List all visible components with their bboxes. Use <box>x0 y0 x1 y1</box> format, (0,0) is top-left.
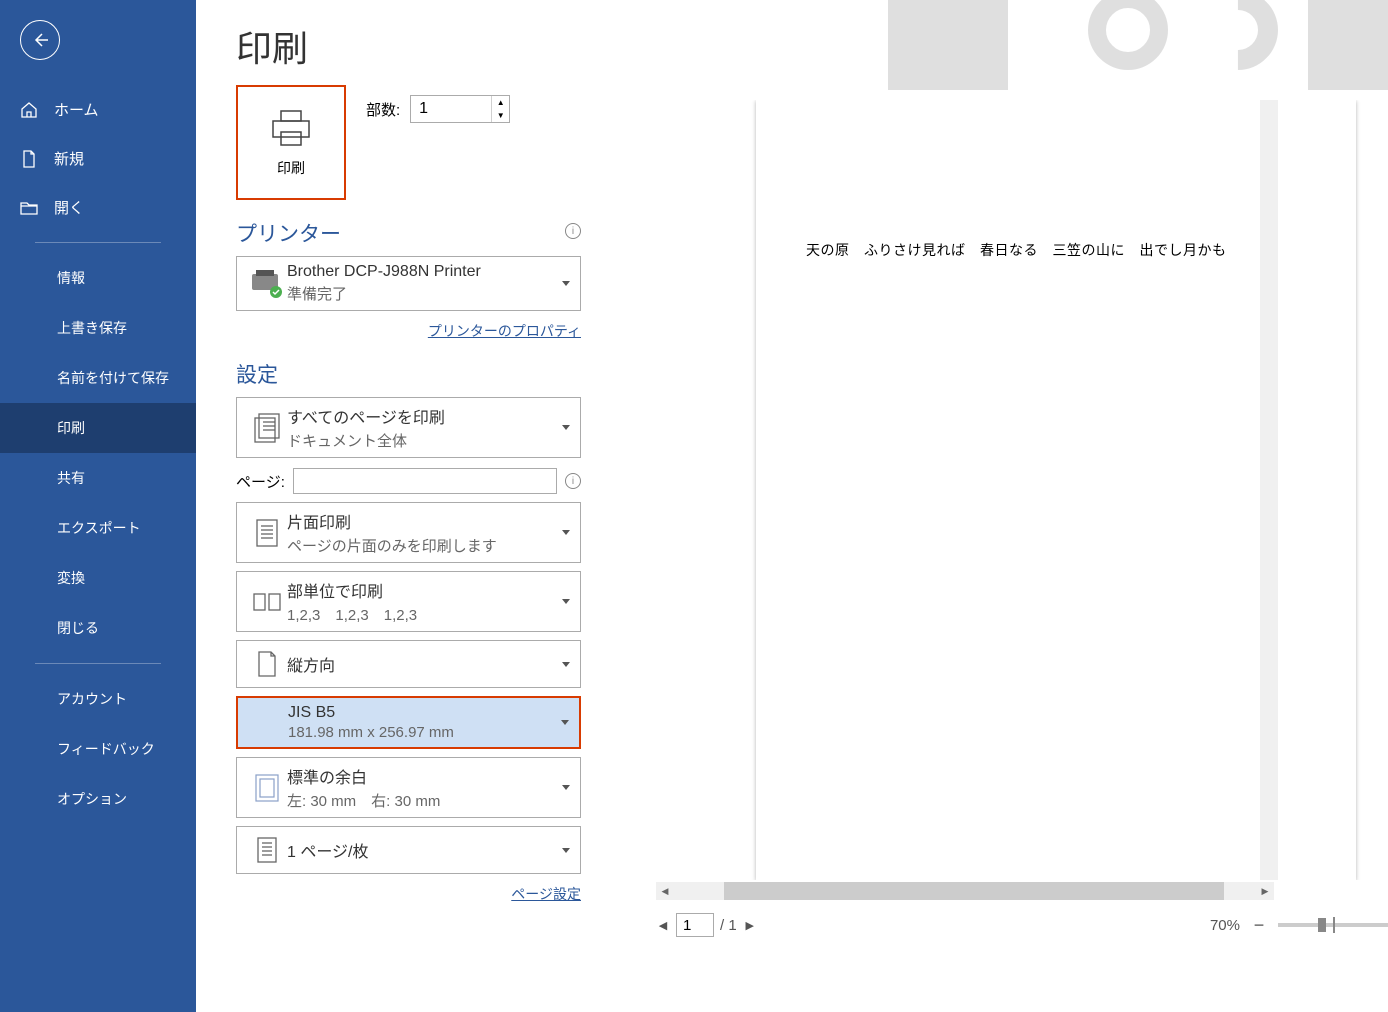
margins-sub: 左: 30 mm 右: 30 mm <box>287 790 570 811</box>
nav-open-label: 開く <box>54 197 84 218</box>
collate-sub: 1,2,3 1,2,3 1,2,3 <box>287 604 570 625</box>
copies-down-button[interactable]: ▼ <box>492 109 509 122</box>
nav-save[interactable]: 上書き保存 <box>0 303 196 353</box>
sides-title: 片面印刷 <box>287 509 570 533</box>
preview-content: 天の原 ふりさけ見れば 春日なる 三笠の山に 出でし月かも <box>806 240 1306 260</box>
pages-info-icon[interactable]: i <box>565 473 581 489</box>
orientation-selector[interactable]: 縦方向 <box>236 640 581 688</box>
paper-size-title: JIS B5 <box>288 704 569 722</box>
nav-export[interactable]: エクスポート <box>0 503 196 553</box>
chevron-down-icon <box>561 720 569 725</box>
print-range-selector[interactable]: すべてのページを印刷 ドキュメント全体 <box>236 397 581 458</box>
printer-properties-link[interactable]: プリンターのプロパティ <box>428 323 581 339</box>
document-icon <box>20 150 42 168</box>
one-side-icon <box>247 517 287 549</box>
per-sheet-icon <box>247 836 287 864</box>
printer-selector[interactable]: Brother DCP-J988N Printer 準備完了 <box>236 256 581 311</box>
chevron-down-icon <box>562 425 570 430</box>
scroll-left-button[interactable]: ◀ <box>656 886 674 897</box>
current-page-input[interactable] <box>676 913 714 937</box>
nav-info[interactable]: 情報 <box>0 253 196 303</box>
nav-share[interactable]: 共有 <box>0 453 196 503</box>
decorative-background <box>708 0 1388 90</box>
preview-horizontal-scrollbar[interactable]: ◀ ▶ <box>656 882 1274 900</box>
pages-per-sheet-selector[interactable]: 1 ページ/枚 <box>236 826 581 874</box>
chevron-down-icon <box>562 785 570 790</box>
prev-page-button[interactable]: ◀ <box>656 918 670 932</box>
chevron-down-icon <box>562 662 570 667</box>
sides-sub: ページの片面のみを印刷します <box>287 535 570 556</box>
back-button[interactable] <box>20 20 60 60</box>
print-range-title: すべてのページを印刷 <box>287 404 570 428</box>
nav-options[interactable]: オプション <box>0 774 196 824</box>
nav-new[interactable]: 新規 <box>0 134 196 183</box>
nav-feedback[interactable]: フィードバック <box>0 724 196 774</box>
print-button[interactable]: 印刷 <box>236 85 346 200</box>
nav-open[interactable]: 開く <box>0 183 196 232</box>
nav-new-label: 新規 <box>54 148 84 169</box>
pages-input[interactable] <box>293 468 557 494</box>
chevron-down-icon <box>562 599 570 604</box>
printer-section-header: プリンター i <box>236 218 581 248</box>
collate-icon <box>247 590 287 614</box>
nav-transform[interactable]: 変換 <box>0 553 196 603</box>
portrait-icon <box>247 650 287 678</box>
page-setup-link[interactable]: ページ設定 <box>511 886 581 902</box>
nav-home-label: ホーム <box>54 99 99 120</box>
printer-name: Brother DCP-J988N Printer <box>287 263 570 281</box>
printer-status-icon <box>247 270 287 298</box>
margins-icon <box>247 773 287 803</box>
nav-print[interactable]: 印刷 <box>0 403 196 453</box>
print-preview: 天の原 ふりさけ見れば 春日なる 三笠の山に 出でし月かも <box>656 100 1388 880</box>
copies-up-button[interactable]: ▲ <box>492 96 509 109</box>
paper-size-sub: 181.98 mm x 256.97 mm <box>288 724 569 741</box>
print-range-sub: ドキュメント全体 <box>287 430 570 451</box>
zoom-slider[interactable] <box>1278 923 1388 927</box>
pages-all-icon <box>247 412 287 444</box>
nav-account[interactable]: アカウント <box>0 674 196 724</box>
zoom-slider-thumb[interactable] <box>1318 918 1326 932</box>
printer-status: 準備完了 <box>287 283 570 304</box>
margins-selector[interactable]: 標準の余白 左: 30 mm 右: 30 mm <box>236 757 581 818</box>
chevron-down-icon <box>562 848 570 853</box>
pages-label: ページ: <box>236 471 285 492</box>
chevron-down-icon <box>562 281 570 286</box>
settings-section-header: 設定 <box>236 359 581 389</box>
margins-title: 標準の余白 <box>287 764 570 788</box>
chevron-down-icon <box>562 530 570 535</box>
nav-home[interactable]: ホーム <box>0 85 196 134</box>
collate-selector[interactable]: 部単位で印刷 1,2,3 1,2,3 1,2,3 <box>236 571 581 632</box>
page-total: / 1 <box>720 917 737 934</box>
scroll-right-button[interactable]: ▶ <box>1256 886 1274 897</box>
next-page-button[interactable]: ▶ <box>743 918 757 932</box>
home-icon <box>20 101 42 119</box>
folder-open-icon <box>20 199 42 217</box>
sides-selector[interactable]: 片面印刷 ページの片面のみを印刷します <box>236 502 581 563</box>
per-sheet-title: 1 ページ/枚 <box>287 838 570 862</box>
preview-vertical-scrollbar[interactable] <box>1260 100 1278 880</box>
nav-saveas[interactable]: 名前を付けて保存 <box>0 353 196 403</box>
copies-input[interactable] <box>411 96 491 122</box>
printer-icon <box>269 108 313 148</box>
print-button-label: 印刷 <box>277 158 305 178</box>
nav-close[interactable]: 閉じる <box>0 603 196 653</box>
collate-title: 部単位で印刷 <box>287 578 570 602</box>
printer-info-icon[interactable]: i <box>565 223 581 239</box>
zoom-out-button[interactable]: − <box>1250 915 1268 936</box>
orientation-title: 縦方向 <box>287 652 570 676</box>
copies-label: 部数: <box>366 99 400 120</box>
copies-spinner[interactable]: ▲ ▼ <box>410 95 510 123</box>
scroll-thumb[interactable] <box>724 882 1224 900</box>
paper-size-selector[interactable]: JIS B5 181.98 mm x 256.97 mm <box>236 696 581 749</box>
zoom-level: 70% <box>1210 917 1240 934</box>
